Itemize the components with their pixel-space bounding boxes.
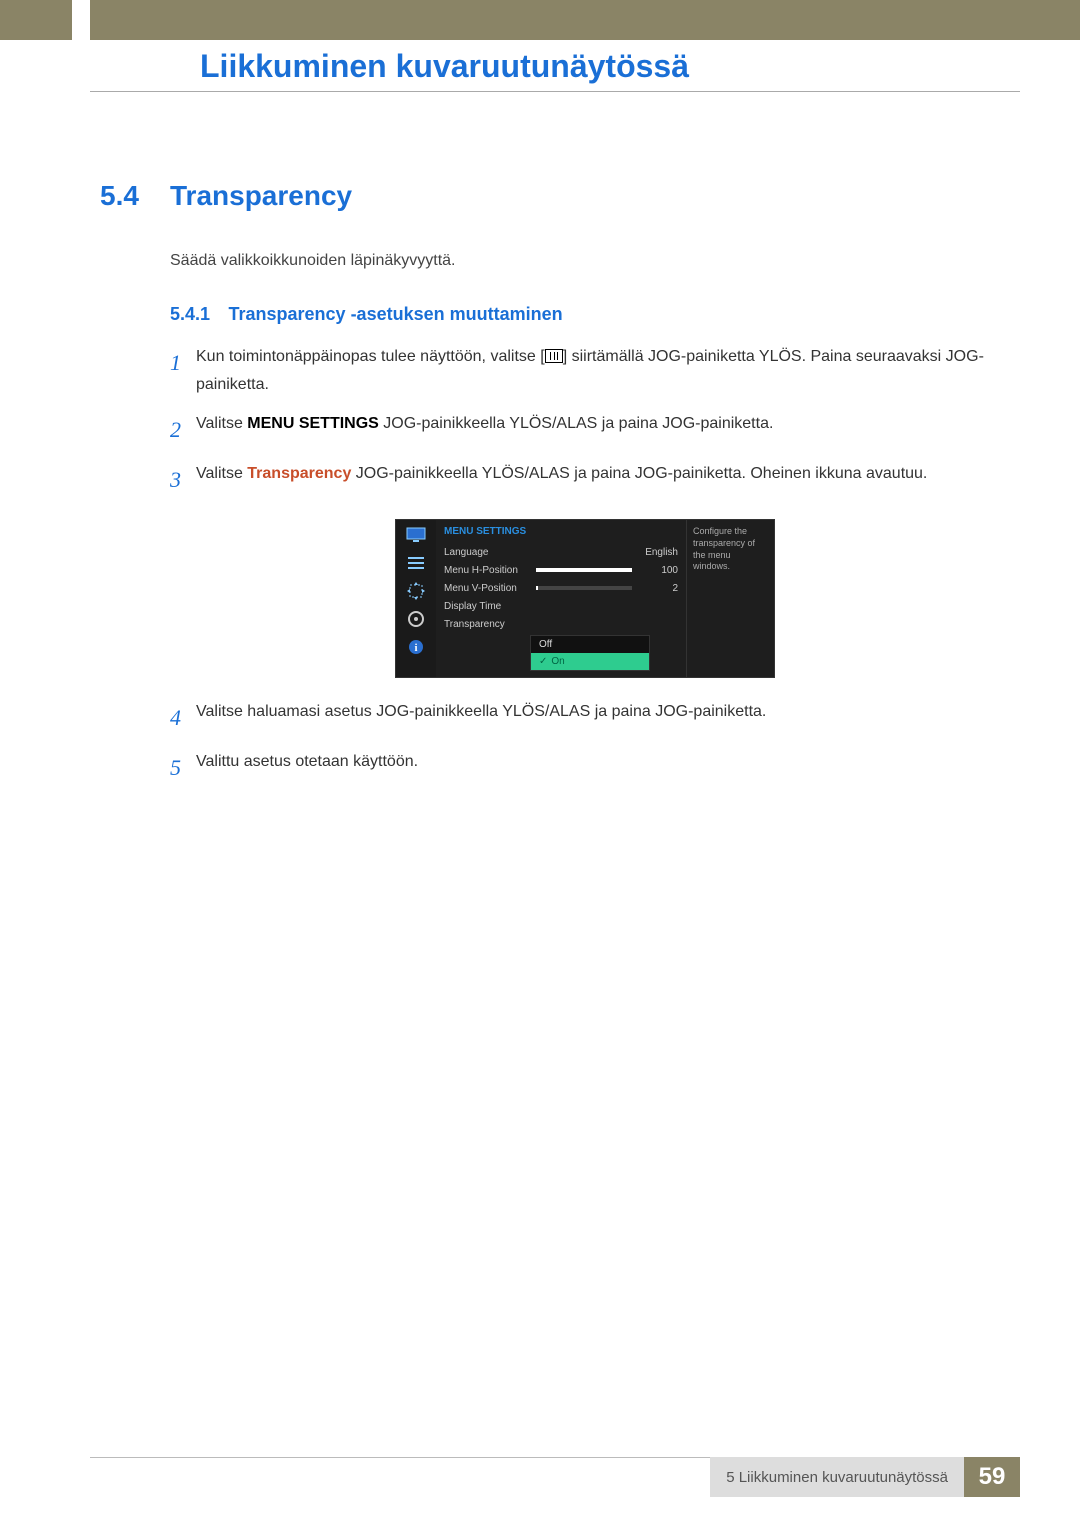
step-text-pre: Kun toimintonäppäinopas tulee näyttöön, … [196,348,545,365]
osd-row: Display Time [444,597,678,615]
section-number: 5.4 [100,180,170,212]
osd-row-value: 2 [638,583,678,594]
step-item: 2 Valitse MENU SETTINGS JOG-painikkeella… [170,410,1000,450]
step-text-post: JOG-painikkeella YLÖS/ALAS ja paina JOG-… [379,415,774,432]
osd-row-label: Language [444,547,530,558]
monitor-icon [405,526,427,544]
osd-row-label: Menu H-Position [444,565,530,576]
svg-text:i: i [414,642,417,654]
osd-dropdown: Off ✓ On [530,635,650,671]
footer-chapter: 5 Liikkuminen kuvaruutunäytössä [710,1457,964,1497]
step-text: Valitse haluamasi asetus JOG-painikkeell… [196,698,1000,738]
osd-option-selected: ✓ On [531,653,649,670]
osd-slider [536,568,632,572]
subsection-number: 5.4.1 [170,304,210,324]
subsection-heading: 5.4.1 Transparency -asetuksen muuttamine… [170,304,1000,325]
subsection-title: Transparency -asetuksen muuttaminen [229,304,563,324]
footer-page-number: 59 [964,1457,1020,1497]
osd-description: Configure the transparency of the menu w… [686,520,774,677]
step-number: 1 [170,343,196,401]
step-list: 1 Kun toimintonäppäinopas tulee näyttöön… [170,343,1000,788]
osd-row-label: Menu V-Position [444,583,530,594]
step-number: 5 [170,748,196,788]
section-intro: Säädä valikkoikkunoiden läpinäkyvyyttä. [170,248,1000,274]
osd-row: Transparency [444,615,678,633]
osd-row-value: 100 [638,565,678,576]
section-heading: 5.4 Transparency [100,180,1000,212]
osd-row: Language English [444,543,678,561]
step-text-pre: Valitse [196,465,247,482]
position-icon [405,582,427,600]
info-icon: i [405,638,427,656]
step-number: 2 [170,410,196,450]
page-header: Liikkuminen kuvaruutunäytössä [90,38,1020,92]
osd-screenshot: i MENU SETTINGS Language English Menu H-… [395,519,775,678]
step-text: Kun toimintonäppäinopas tulee näyttöön, … [196,343,1000,401]
osd-main: MENU SETTINGS Language English Menu H-Po… [436,520,686,677]
osd-sidebar: i [396,520,436,677]
step-item: 5 Valittu asetus otetaan käyttöön. [170,748,1000,788]
step-item: 4 Valitse haluamasi asetus JOG-painikkee… [170,698,1000,738]
step-number: 4 [170,698,196,738]
step-text-bold: MENU SETTINGS [247,415,379,432]
section-title: Transparency [170,180,352,212]
step-item: 1 Kun toimintonäppäinopas tulee näyttöön… [170,343,1000,401]
header-stripe [0,0,1080,40]
osd-row: Menu H-Position 100 [444,561,678,579]
step-text: Valitse Transparency JOG-painikkeella YL… [196,460,1000,500]
step-text-post: JOG-painikkeella YLÖS/ALAS ja paina JOG-… [351,465,927,482]
step-number: 3 [170,460,196,500]
page-content: 5.4 Transparency Säädä valikkoikkunoiden… [100,180,1000,798]
step-text-pre: Valitse [196,415,247,432]
osd-row-label: Transparency [444,619,530,630]
osd-row-value: English [638,547,678,558]
step-text: Valitse MENU SETTINGS JOG-painikkeella Y… [196,410,1000,450]
header-stripe-gap [72,0,90,40]
page-footer: 5 Liikkuminen kuvaruutunäytössä 59 [710,1457,1020,1497]
osd-row: Menu V-Position 2 [444,579,678,597]
step-text: Valittu asetus otetaan käyttöön. [196,748,1000,788]
osd-option-label: On [551,656,564,667]
chapter-title: Liikkuminen kuvaruutunäytössä [200,38,1020,85]
list-icon [405,554,427,572]
step-item: 3 Valitse Transparency JOG-painikkeella … [170,460,1000,500]
gear-icon [405,610,427,628]
osd-option: Off [531,636,649,653]
menu-icon [545,349,563,363]
osd-slider [536,586,632,590]
check-icon: ✓ [539,656,547,667]
step-text-accent: Transparency [247,465,351,482]
osd-row-label: Display Time [444,601,530,612]
osd-title: MENU SETTINGS [444,526,678,537]
